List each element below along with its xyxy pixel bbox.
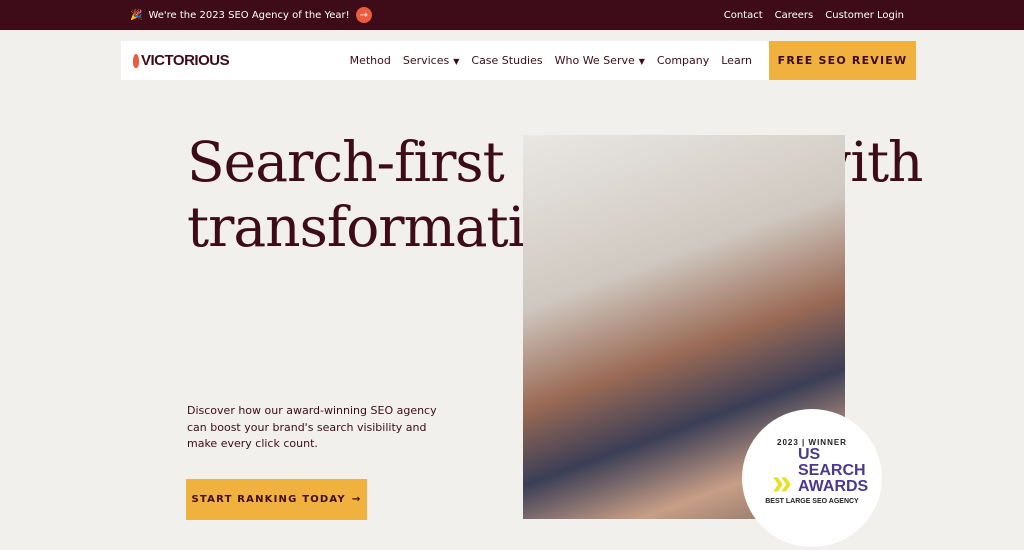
nav-label: Method xyxy=(349,54,391,67)
arrow-right-icon[interactable]: → xyxy=(355,7,372,23)
nav-label: Learn xyxy=(721,54,752,67)
nav-label: Company xyxy=(656,54,710,67)
careers-link[interactable]: Careers xyxy=(775,10,814,21)
hero-description: Discover how our award-winning SEO agenc… xyxy=(187,404,437,450)
logo-text: VICTORIOUS xyxy=(141,52,230,69)
announcement-bar: 🎉 We're the 2023 SEO Agency of the Year!… xyxy=(0,0,1024,30)
announcement[interactable]: 🎉 We're the 2023 SEO Agency of the Year!… xyxy=(130,7,372,23)
nav-company[interactable]: Company xyxy=(657,54,709,67)
free-seo-review-button[interactable]: FREE SEO REVIEW xyxy=(769,41,916,80)
arrow-right-icon: → xyxy=(351,494,362,505)
nav-label: Who We Serve xyxy=(554,54,635,67)
chevron-down-icon: ▼ xyxy=(453,57,460,66)
start-ranking-button[interactable]: START RANKING TODAY → xyxy=(186,479,367,520)
chevron-logo-icon: » xyxy=(772,461,793,502)
party-icon: 🎉 xyxy=(130,9,143,21)
logo[interactable]: VICTORIOUS xyxy=(133,52,230,69)
announcement-text[interactable]: We're the 2023 SEO Agency of the Year! xyxy=(148,10,349,21)
nav-method[interactable]: Method xyxy=(350,54,391,67)
badge-subtitle: BEST LARGE SEO AGENCY xyxy=(765,498,859,505)
nav-label: Case Studies xyxy=(471,54,543,67)
nav-services[interactable]: Services ▼ xyxy=(403,54,460,67)
flame-icon xyxy=(133,53,139,68)
award-badge: 2023 | WINNER » US SEARCH AWARDS BEST LA… xyxy=(746,413,878,543)
chevron-down-icon: ▼ xyxy=(638,57,645,66)
main-nav: VICTORIOUS Method Services ▼ Case Studies… xyxy=(121,41,916,80)
nav-label: Services xyxy=(402,54,450,67)
customer-login-link[interactable]: Customer Login xyxy=(825,10,904,21)
button-label: START RANKING TODAY xyxy=(191,494,346,505)
nav-learn[interactable]: Learn xyxy=(721,54,752,67)
nav-case-studies[interactable]: Case Studies xyxy=(471,54,542,67)
contact-link[interactable]: Contact xyxy=(724,10,763,21)
nav-who-we-serve[interactable]: Who We Serve ▼ xyxy=(555,54,645,67)
